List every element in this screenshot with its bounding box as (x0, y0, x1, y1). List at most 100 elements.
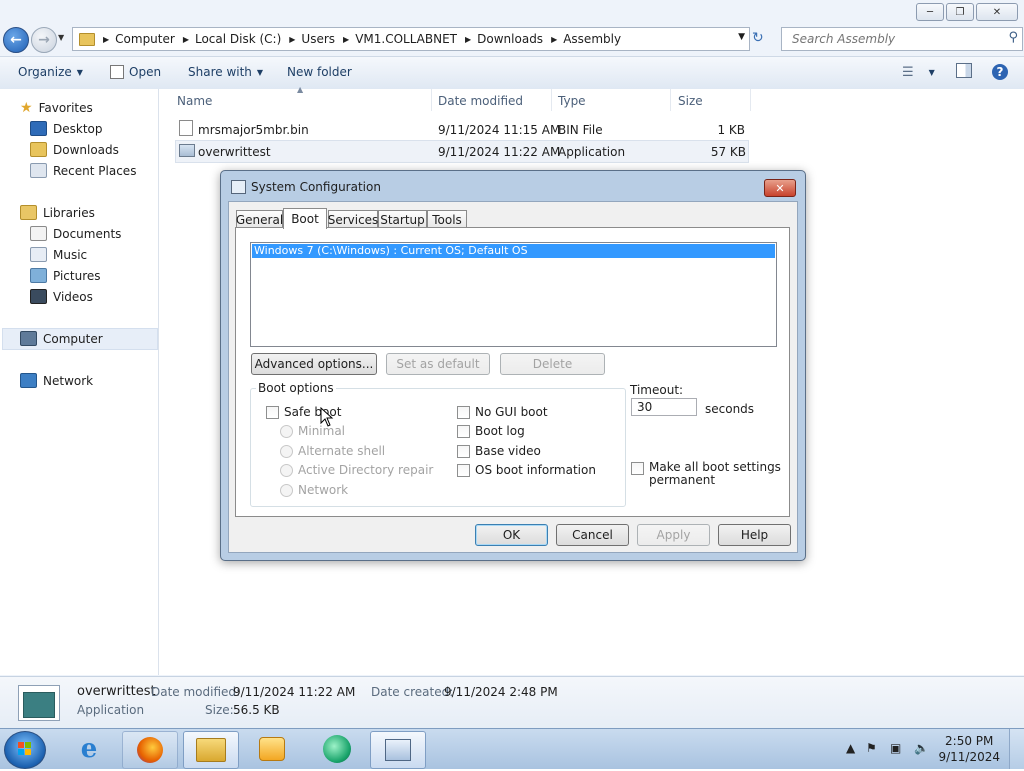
back-button[interactable]: ← (3, 27, 29, 53)
alternate-shell-radio[interactable]: Alternate shell (280, 444, 385, 458)
file-row-selected[interactable]: overwrittest 9/11/2024 11:22 AM Applicat… (175, 140, 749, 163)
chevron-right-icon[interactable]: ▶ (465, 35, 471, 44)
show-desktop-button[interactable] (1009, 729, 1024, 769)
minimize-button[interactable]: ─ (916, 3, 944, 21)
chevron-down-icon: ▼ (928, 68, 935, 77)
os-list-item[interactable]: Windows 7 (C:\Windows) : Current OS; Def… (252, 244, 775, 258)
share-with-button[interactable]: Share with ▼ (188, 65, 263, 79)
taskbar-internet-explorer[interactable]: e (62, 731, 116, 767)
breadcrumb-users[interactable]: Users (301, 32, 335, 46)
volume-muted-icon[interactable]: 🔈 (914, 741, 929, 755)
column-header-size[interactable]: Size (678, 94, 703, 108)
breadcrumb-downloads[interactable]: Downloads (477, 32, 543, 46)
tab-tools[interactable]: Tools (427, 210, 467, 228)
ad-repair-radio[interactable]: Active Directory repair (280, 463, 433, 477)
apply-button[interactable]: Apply (637, 524, 710, 546)
nav-network[interactable]: Network (20, 373, 93, 388)
base-video-checkbox[interactable]: Base video (457, 444, 541, 458)
green-app-icon (323, 735, 351, 763)
nav-network-label: Network (43, 373, 94, 388)
no-gui-boot-checkbox[interactable]: No GUI boot (457, 405, 548, 419)
tab-services[interactable]: Services (328, 210, 378, 228)
change-view-button[interactable]: ☰ ▼ (902, 65, 935, 80)
taskbar-system-configuration[interactable] (370, 731, 426, 769)
nav-documents[interactable]: Documents (30, 226, 121, 241)
nav-libraries[interactable]: Libraries (20, 205, 95, 220)
timeout-input[interactable]: 30 (631, 398, 697, 416)
close-button[interactable]: ✕ (976, 3, 1018, 21)
organize-button[interactable]: Organize ▼ (18, 65, 83, 79)
os-boot-info-checkbox[interactable]: OS boot information (457, 463, 596, 477)
column-separator[interactable] (431, 89, 432, 111)
network-tray-icon[interactable]: ▣ (890, 741, 901, 755)
os-list[interactable]: Windows 7 (C:\Windows) : Current OS; Def… (250, 242, 777, 347)
delete-button[interactable]: Delete (500, 353, 605, 375)
new-folder-button[interactable]: New folder (287, 65, 352, 79)
column-separator[interactable] (750, 89, 751, 111)
windows-logo-icon (18, 742, 31, 755)
set-as-default-button[interactable]: Set as default (386, 353, 490, 375)
taskbar-app[interactable] (310, 731, 364, 767)
search-icon[interactable]: ⚲ (1008, 30, 1018, 45)
make-permanent-label-2: permanent (649, 473, 716, 487)
column-separator[interactable] (670, 89, 671, 111)
search-input[interactable] (790, 31, 994, 47)
firefox-icon (137, 737, 163, 763)
action-center-flag-icon[interactable]: ⚑ (866, 741, 877, 755)
search-box[interactable]: ⚲ (781, 27, 1023, 51)
ok-button[interactable]: OK (475, 524, 548, 546)
minimal-radio[interactable]: Minimal (280, 424, 345, 438)
recent-pages-dropdown[interactable]: ▼ (58, 33, 64, 42)
preview-pane-button[interactable] (956, 63, 972, 78)
recent-places-icon (30, 163, 47, 178)
file-name: overwrittest (198, 144, 271, 159)
nav-computer[interactable]: Computer (20, 331, 103, 346)
column-header-name[interactable]: Name (177, 94, 212, 108)
dialog-close-button[interactable]: ✕ (764, 179, 796, 197)
tab-startup[interactable]: Startup (378, 210, 427, 228)
chevron-right-icon[interactable]: ▶ (103, 35, 109, 44)
tab-boot[interactable]: Boot (283, 208, 327, 229)
file-type: Application (558, 144, 626, 159)
advanced-options-button[interactable]: Advanced options... (251, 353, 377, 375)
maximize-button[interactable]: ❐ (946, 3, 974, 21)
tab-general[interactable]: General (236, 210, 283, 228)
show-hidden-icons[interactable]: ▲ (846, 741, 855, 755)
boot-log-checkbox[interactable]: Boot log (457, 424, 525, 438)
refresh-button[interactable]: ↻ (752, 30, 764, 46)
chevron-right-icon[interactable]: ▶ (551, 35, 557, 44)
address-dropdown-icon[interactable]: ▼ (738, 32, 745, 42)
chevron-right-icon[interactable]: ▶ (289, 35, 295, 44)
start-button[interactable] (4, 731, 46, 769)
column-header-date-modified[interactable]: Date modified (438, 94, 523, 108)
column-separator[interactable] (551, 89, 552, 111)
breadcrumb-assembly[interactable]: Assembly (563, 32, 621, 46)
breadcrumb-computer[interactable]: Computer (115, 32, 175, 46)
chevron-right-icon[interactable]: ▶ (343, 35, 349, 44)
nav-videos[interactable]: Videos (30, 289, 93, 304)
open-button[interactable]: Open (110, 65, 161, 79)
nav-pictures[interactable]: Pictures (30, 268, 101, 283)
system-clock[interactable]: 2:50 PM 9/11/2024 (938, 733, 1000, 765)
breadcrumb-local-disk[interactable]: Local Disk (C:) (195, 32, 281, 46)
network-radio[interactable]: Network (280, 483, 348, 497)
nav-downloads[interactable]: Downloads (30, 142, 119, 157)
nav-favorites[interactable]: ★ Favorites (20, 100, 93, 116)
nav-desktop[interactable]: Desktop (30, 121, 103, 136)
breadcrumb-user[interactable]: VM1.COLLABNET (355, 32, 457, 46)
address-bar[interactable]: ▶ Computer ▶ Local Disk (C:) ▶ Users ▶ V… (72, 27, 750, 51)
column-header-type[interactable]: Type (558, 94, 586, 108)
restore-icon: ❐ (955, 6, 965, 18)
forward-button[interactable]: → (31, 27, 57, 53)
chevron-right-icon[interactable]: ▶ (183, 35, 189, 44)
taskbar-firefox[interactable] (122, 731, 178, 769)
cancel-button[interactable]: Cancel (556, 524, 629, 546)
help-button-dialog[interactable]: Help (718, 524, 791, 546)
nav-music[interactable]: Music (30, 247, 87, 262)
file-row[interactable]: mrsmajor5mbr.bin 9/11/2024 11:15 AM BIN … (175, 119, 747, 140)
help-button[interactable]: ? (992, 64, 1008, 80)
taskbar-windows-explorer[interactable] (183, 731, 239, 769)
make-permanent-checkbox[interactable]: Make all boot settings permanent (631, 461, 781, 487)
taskbar-media-player[interactable] (245, 731, 299, 767)
nav-recent-places[interactable]: Recent Places (30, 163, 136, 178)
